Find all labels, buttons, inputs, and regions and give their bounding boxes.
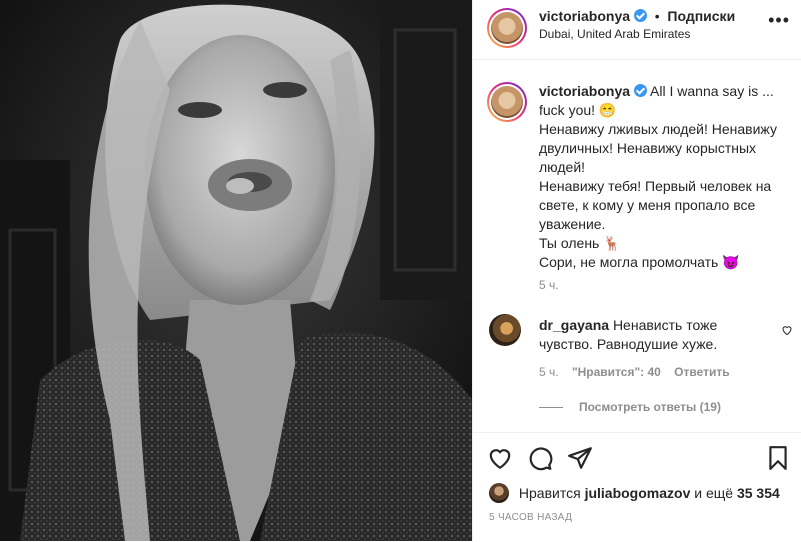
author-username[interactable]: victoriabonya — [539, 8, 630, 24]
replies-divider — [539, 407, 563, 409]
commenter-username[interactable]: dr_gayana — [539, 317, 609, 333]
caption-line-4: Ты олень 🦌 — [539, 235, 621, 251]
comment-body: dr_gayana Ненависть тоже чувство. Равнод… — [539, 316, 769, 354]
reply-button[interactable]: Ответить — [674, 365, 729, 379]
caption-author-avatar[interactable] — [491, 86, 523, 118]
likes-connector: и ещё — [694, 485, 734, 501]
story-ring[interactable] — [487, 8, 527, 48]
comment-bubble-icon[interactable] — [527, 445, 553, 471]
liker-username[interactable]: juliabogomazov — [585, 485, 691, 501]
caption-author-username[interactable]: victoriabonya — [539, 83, 630, 99]
post-caption: victoriabonya All I wanna say is ... fuc… — [539, 82, 789, 272]
liker-avatar[interactable] — [489, 483, 509, 503]
more-options-icon[interactable]: ••• — [768, 10, 790, 31]
like-heart-icon[interactable] — [487, 445, 513, 471]
location-link[interactable]: Dubai, United Arab Emirates — [539, 27, 690, 41]
share-paper-plane-icon[interactable] — [567, 445, 593, 471]
caption-story-ring[interactable] — [487, 82, 527, 122]
post-timestamp[interactable]: 5 ЧАСОВ НАЗАД — [489, 512, 572, 523]
caption-line-2: Ненавижу лживых людей! Ненавижу двуличны… — [539, 121, 777, 175]
caption-time[interactable]: 5 ч. — [539, 278, 559, 292]
verified-badge-icon — [633, 9, 647, 22]
view-replies-label: Посмотреть ответы (19) — [579, 400, 721, 414]
commenter-avatar[interactable] — [489, 314, 521, 346]
likes-prefix: Нравится — [518, 485, 581, 501]
following-button[interactable]: Подписки — [667, 8, 735, 24]
likes-count[interactable]: 35 354 — [737, 485, 780, 501]
header-top-line: victoriabonya • Подписки — [539, 8, 735, 24]
save-bookmark-icon[interactable] — [765, 445, 791, 471]
likes-summary: Нравится juliabogomazov и ещё 35 354 — [489, 483, 780, 503]
author-avatar[interactable] — [491, 12, 523, 44]
comment-time[interactable]: 5 ч. — [539, 365, 559, 379]
comment-like-heart-icon[interactable] — [781, 324, 793, 336]
post-photo[interactable] — [0, 0, 472, 541]
portrait-image — [0, 0, 472, 541]
comment-likes-count[interactable]: "Нравится": 40 — [572, 365, 661, 379]
separator-dot: • — [650, 8, 664, 24]
caption-line-5: Сори, не могла промолчать 😈 — [539, 254, 740, 270]
verified-badge-icon — [633, 84, 647, 97]
caption-line-3: Ненавижу тебя! Первый человек на свете, … — [539, 178, 772, 232]
post-side-panel: victoriabonya • Подписки Dubai, United A… — [472, 0, 801, 541]
view-replies-button[interactable]: Посмотреть ответы (19) — [539, 400, 721, 414]
post-header: victoriabonya • Подписки Dubai, United A… — [473, 0, 801, 60]
caption-line-1: victoriabonya All I wanna say is ... fuc… — [539, 82, 789, 120]
comment-meta: 5 ч. "Нравится": 40 Ответить — [539, 365, 740, 379]
post-actions-section: Нравится juliabogomazov и ещё 35 354 5 Ч… — [473, 432, 801, 542]
